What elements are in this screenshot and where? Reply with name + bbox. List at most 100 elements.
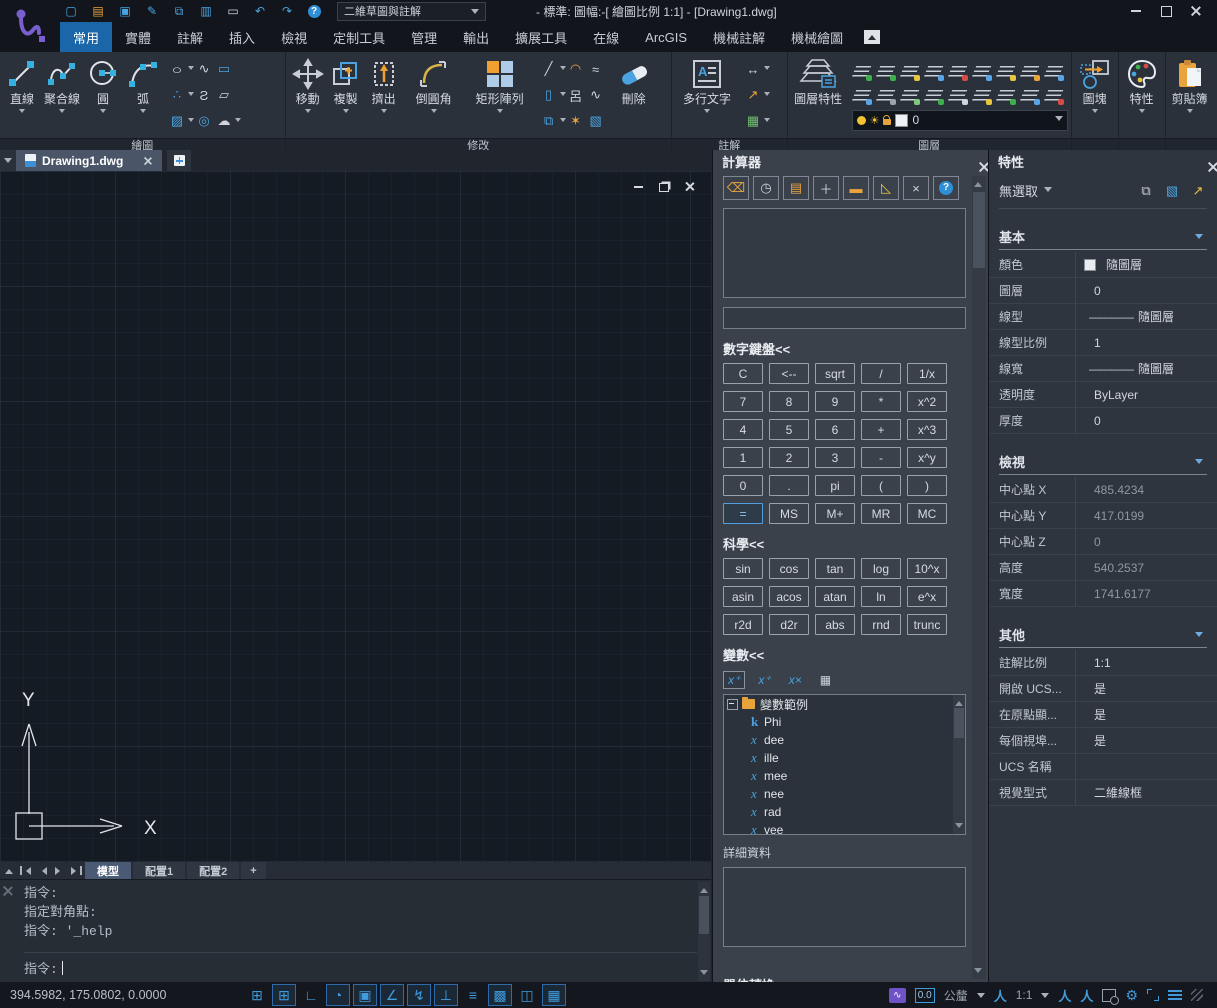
fillet-button[interactable]: 倒圓角: [403, 54, 465, 136]
rectangle-icon[interactable]: ▭: [214, 59, 234, 79]
new-variable-icon[interactable]: x⁺: [723, 671, 745, 689]
snap-mode-toggle[interactable]: ⊞: [272, 984, 296, 1006]
scroll-up-icon[interactable]: [700, 884, 708, 893]
scientific-key[interactable]: atan: [815, 586, 855, 607]
ellipse-icon[interactable]: ○: [164, 59, 191, 79]
calculator-history-box[interactable]: [723, 208, 966, 298]
annotation-scale-icon[interactable]: 人: [994, 986, 1007, 1005]
maximize-button[interactable]: [1155, 3, 1177, 19]
calculator-key[interactable]: <--: [769, 363, 809, 384]
command-window[interactable]: 指令:指定對角點:指令: '_help 指令:: [0, 879, 711, 983]
new-drawing-icon[interactable]: ▢: [62, 3, 80, 19]
calculator-scrollbar[interactable]: [972, 176, 986, 979]
edit-spline-icon[interactable]: ∿: [586, 85, 606, 105]
calculator-input-box[interactable]: [723, 307, 966, 329]
explode-icon[interactable]: ✶: [566, 111, 586, 131]
dropdown-arrow-icon[interactable]: [497, 109, 503, 116]
calculator-key[interactable]: *: [861, 391, 901, 412]
ribbon-tab[interactable]: 檢視: [268, 22, 320, 52]
dropdown-arrow-icon[interactable]: [305, 109, 311, 116]
revision-cloud-icon[interactable]: ☁: [214, 111, 234, 131]
help-icon[interactable]: ?: [305, 3, 323, 19]
dropdown-arrow-icon[interactable]: [343, 109, 349, 116]
layer-selector[interactable]: ☀ 0: [852, 110, 1068, 131]
scientific-key[interactable]: rnd: [861, 614, 901, 635]
layout-tab[interactable]: 配置2: [187, 862, 239, 879]
table-icon[interactable]: ▦: [743, 111, 763, 131]
scientific-key[interactable]: r2d: [723, 614, 763, 635]
edit-polyline-icon[interactable]: ◠: [566, 59, 586, 79]
collapse-icon[interactable]: [727, 699, 738, 710]
variables-tree[interactable]: 變數範例 k Phi x dee x ille x m: [723, 694, 966, 835]
dropdown-arrow-icon[interactable]: [19, 109, 25, 116]
lineweight-toggle[interactable]: ≡: [461, 984, 485, 1006]
layer-tool-icon[interactable]: [1042, 60, 1066, 84]
prev-layout-button[interactable]: [34, 862, 51, 879]
workspace-selector[interactable]: 二維草圖與註解: [337, 2, 486, 21]
next-layout-button[interactable]: [51, 862, 68, 879]
close-file-icon[interactable]: [144, 157, 152, 165]
layout-tab[interactable]: 模型: [85, 862, 131, 879]
break-icon[interactable]: ≈: [586, 59, 606, 79]
property-value[interactable]: 是: [1075, 728, 1217, 753]
polar-tracking-toggle[interactable]: ◔: [326, 984, 350, 1006]
scientific-key[interactable]: cos: [769, 558, 809, 579]
circle-button[interactable]: 圓: [83, 54, 123, 136]
dropdown-arrow-icon[interactable]: [764, 118, 770, 125]
calculator-key[interactable]: 5: [769, 419, 809, 440]
toggle-pickadd-button[interactable]: ↗: [1187, 181, 1209, 200]
ribbon-tab[interactable]: 實體: [112, 22, 164, 52]
spline-icon[interactable]: ∿: [194, 59, 214, 79]
align-icon[interactable]: 呂: [566, 85, 586, 105]
scientific-key[interactable]: d2r: [769, 614, 809, 635]
app-logo[interactable]: [0, 0, 57, 52]
blocks-button[interactable]: 圖塊: [1075, 54, 1115, 136]
ribbon-tab[interactable]: ArcGIS: [632, 22, 700, 52]
dropdown-arrow-icon[interactable]: [235, 118, 241, 125]
ortho-mode-toggle[interactable]: ∟: [299, 984, 323, 1006]
layer-tool-icon[interactable]: [1042, 84, 1066, 108]
property-value[interactable]: 0: [1075, 529, 1217, 554]
model-canvas[interactable]: Y X: [0, 171, 711, 862]
scientific-key[interactable]: tan: [815, 558, 855, 579]
minimize-button[interactable]: [1125, 3, 1147, 19]
layer-tool-icon[interactable]: [994, 60, 1018, 84]
mtext-button[interactable]: A 多行文字: [675, 54, 739, 136]
calculator-key[interactable]: .: [769, 475, 809, 496]
doc-restore-button[interactable]: [657, 181, 671, 193]
calculator-key[interactable]: /: [861, 363, 901, 384]
expand-layouts-button[interactable]: [0, 862, 17, 879]
gradient-icon[interactable]: ▧: [586, 111, 606, 131]
property-value[interactable]: 0: [1075, 408, 1217, 433]
layer-tool-icon[interactable]: [994, 84, 1018, 108]
gear-icon[interactable]: ⚙: [1125, 987, 1138, 1004]
dropdown-arrow-icon[interactable]: [140, 109, 146, 116]
paste-to-commandline-icon[interactable]: ▤: [783, 176, 809, 200]
boundary-icon[interactable]: ▱: [214, 85, 234, 105]
plot-copy-icon[interactable]: ⧉: [170, 3, 188, 19]
model-space-badge[interactable]: ∿: [889, 988, 906, 1003]
property-value[interactable]: 540.2537: [1075, 555, 1217, 580]
open-icon[interactable]: ▤: [89, 3, 107, 19]
doc-minimize-button[interactable]: [631, 181, 645, 193]
variable-item[interactable]: x dee: [724, 731, 952, 749]
dropdown-arrow-icon[interactable]: [100, 109, 106, 116]
layer-tool-icon[interactable]: [922, 84, 946, 108]
scroll-down-icon[interactable]: [955, 823, 963, 832]
ribbon-tab[interactable]: 機械註解: [700, 22, 778, 52]
scientific-key[interactable]: trunc: [907, 614, 947, 635]
move-button[interactable]: 移動: [289, 54, 327, 136]
layer-properties-button[interactable]: 圖層特性: [791, 54, 846, 136]
variables-root-row[interactable]: 變數範例: [724, 695, 952, 713]
help-icon[interactable]: ?: [933, 176, 959, 200]
ribbon-tab[interactable]: 插入: [216, 22, 268, 52]
property-value[interactable]: 是: [1075, 702, 1217, 727]
variable-item[interactable]: x nee: [724, 785, 952, 803]
property-value[interactable]: 485.4234: [1075, 477, 1217, 502]
ribbon-collapse-button[interactable]: [864, 30, 880, 44]
return-to-input-icon[interactable]: ▦: [815, 671, 836, 689]
property-value[interactable]: 1741.6177: [1075, 581, 1217, 606]
scientific-key[interactable]: log: [861, 558, 901, 579]
calculator-key[interactable]: -: [861, 447, 901, 468]
property-value[interactable]: 0: [1075, 278, 1217, 303]
